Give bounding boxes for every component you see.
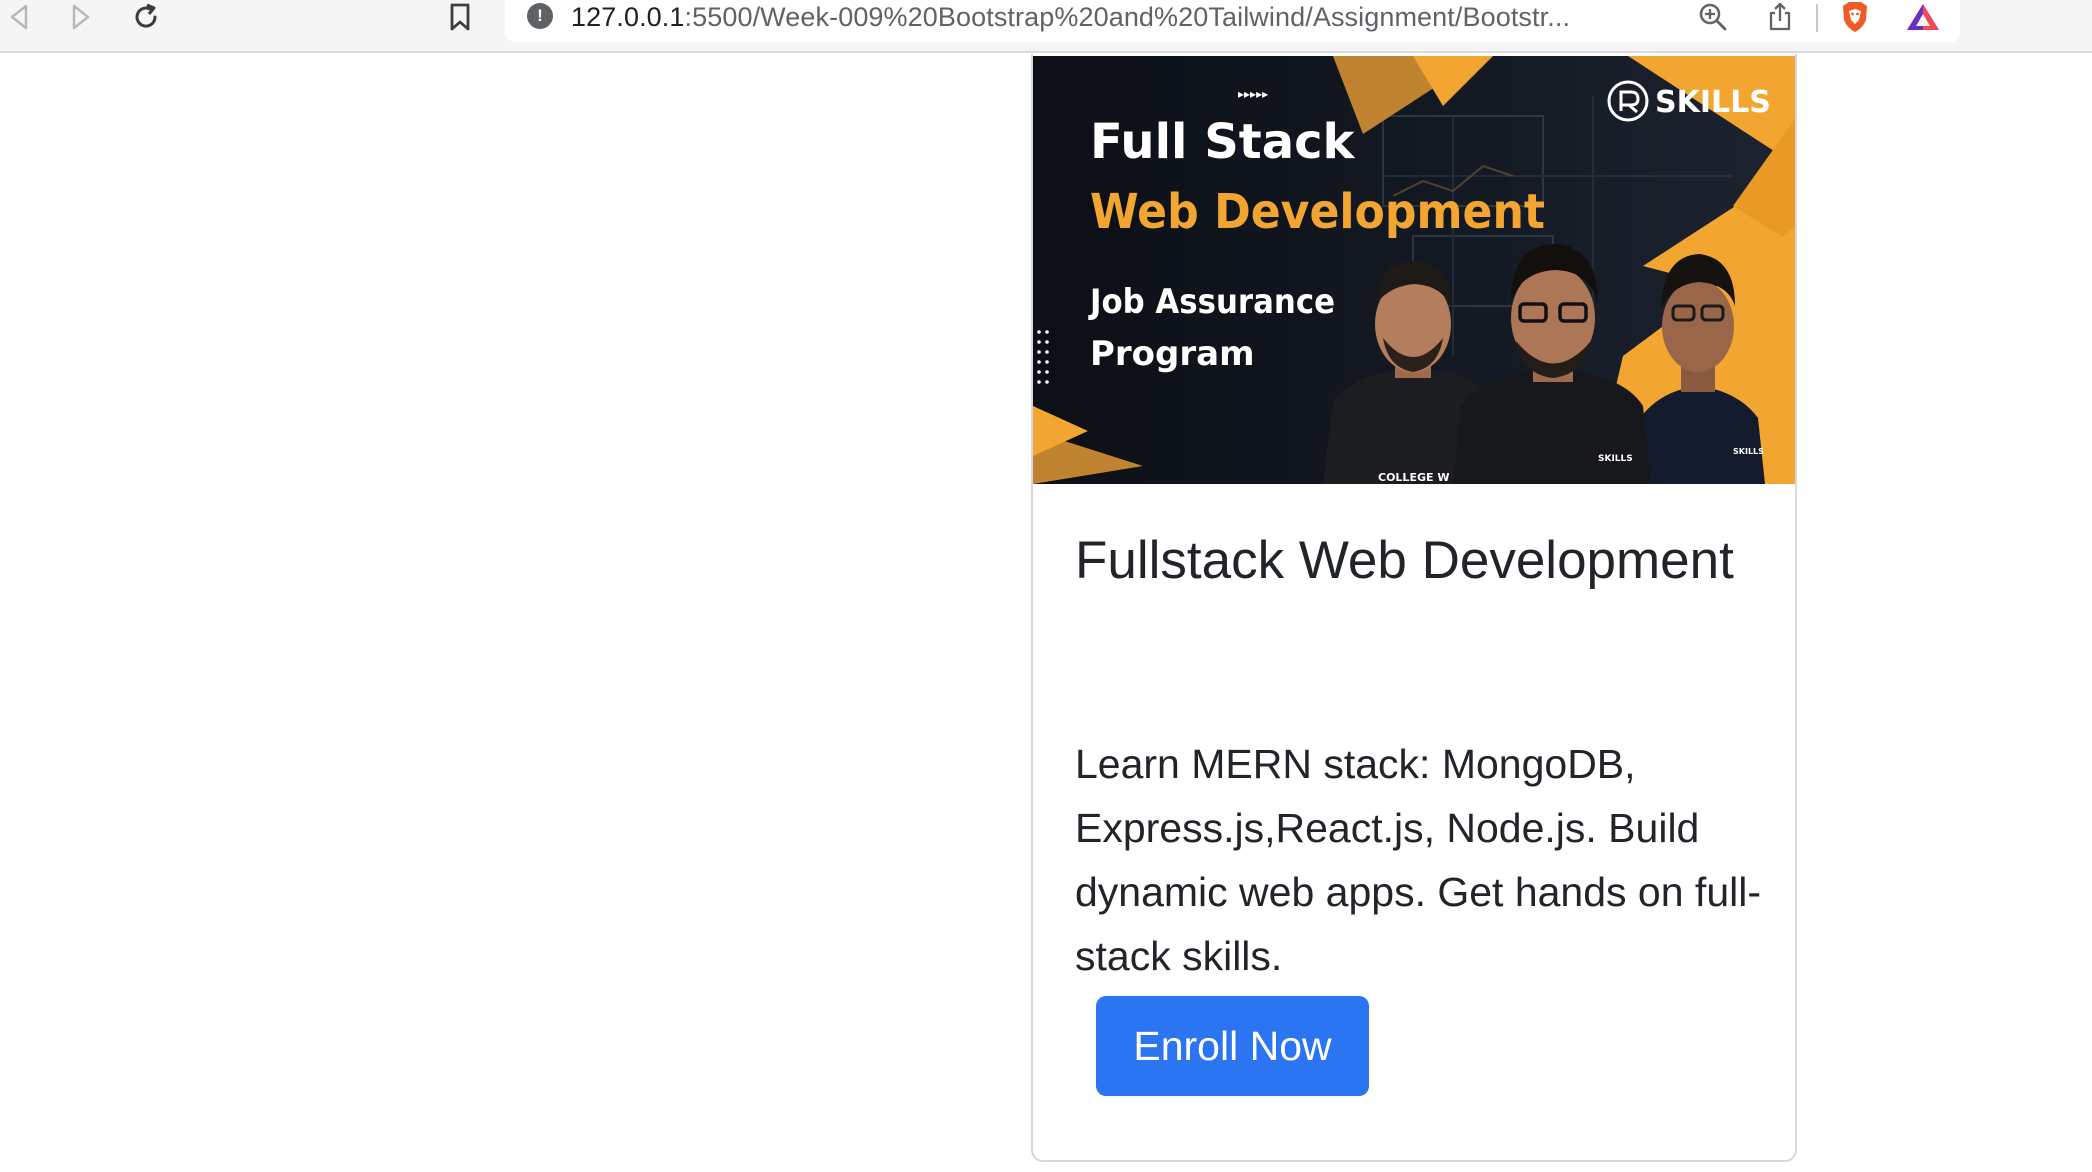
forward-icon[interactable] — [66, 0, 96, 34]
card-description: Learn MERN stack: MongoDB, Express.js,Re… — [1075, 741, 1761, 979]
share-icon[interactable] — [1767, 0, 1793, 34]
url-host: 127.0.0.1 — [571, 2, 685, 32]
instructor-shirt-logo-right: SKILLS — [1733, 447, 1764, 456]
brave-rewards-icon[interactable] — [1904, 0, 1942, 34]
zoom-icon[interactable] — [1698, 0, 1728, 34]
instructor-shirt-logo-center: SKILLS — [1598, 454, 1633, 464]
banner-subtitle-line1: Job Assurance — [1088, 282, 1335, 322]
info-icon[interactable]: ! — [527, 3, 553, 29]
banner-arrows: ▸▸▸▸▸ — [1238, 87, 1268, 101]
enroll-now-button[interactable]: Enroll Now — [1096, 996, 1369, 1096]
banner-subtitle-line2: Program — [1090, 334, 1255, 374]
skills-logo-text: SKILLS — [1655, 85, 1771, 120]
bookmark-icon[interactable] — [446, 0, 474, 34]
back-icon[interactable] — [4, 0, 34, 34]
instructor-shirt-label: COLLEGE W — [1378, 471, 1449, 484]
address-bar[interactable]: ! 127.0.0.1:5500/Week-009%20Bootstrap%20… — [505, 0, 1960, 42]
banner-title-line2: Web Development — [1090, 184, 1545, 240]
brave-shield-icon[interactable] — [1838, 0, 1872, 34]
url-text[interactable]: 127.0.0.1:5500/Week-009%20Bootstrap%20an… — [571, 0, 1570, 34]
url-path: :5500/Week-009%20Bootstrap%20and%20Tailw… — [684, 2, 1571, 32]
course-banner-image: ▸▸▸▸▸ COLLEGE W SKILLS SKILLS Full Stack… — [1033, 56, 1795, 484]
browser-toolbar: ! 127.0.0.1:5500/Week-009%20Bootstrap%20… — [0, 0, 2092, 53]
toolbar-separator — [1816, 4, 1818, 32]
reload-icon[interactable] — [130, 0, 162, 34]
banner-title-line1: Full Stack — [1090, 114, 1356, 170]
card-title: Fullstack Web Development — [1075, 531, 1734, 590]
